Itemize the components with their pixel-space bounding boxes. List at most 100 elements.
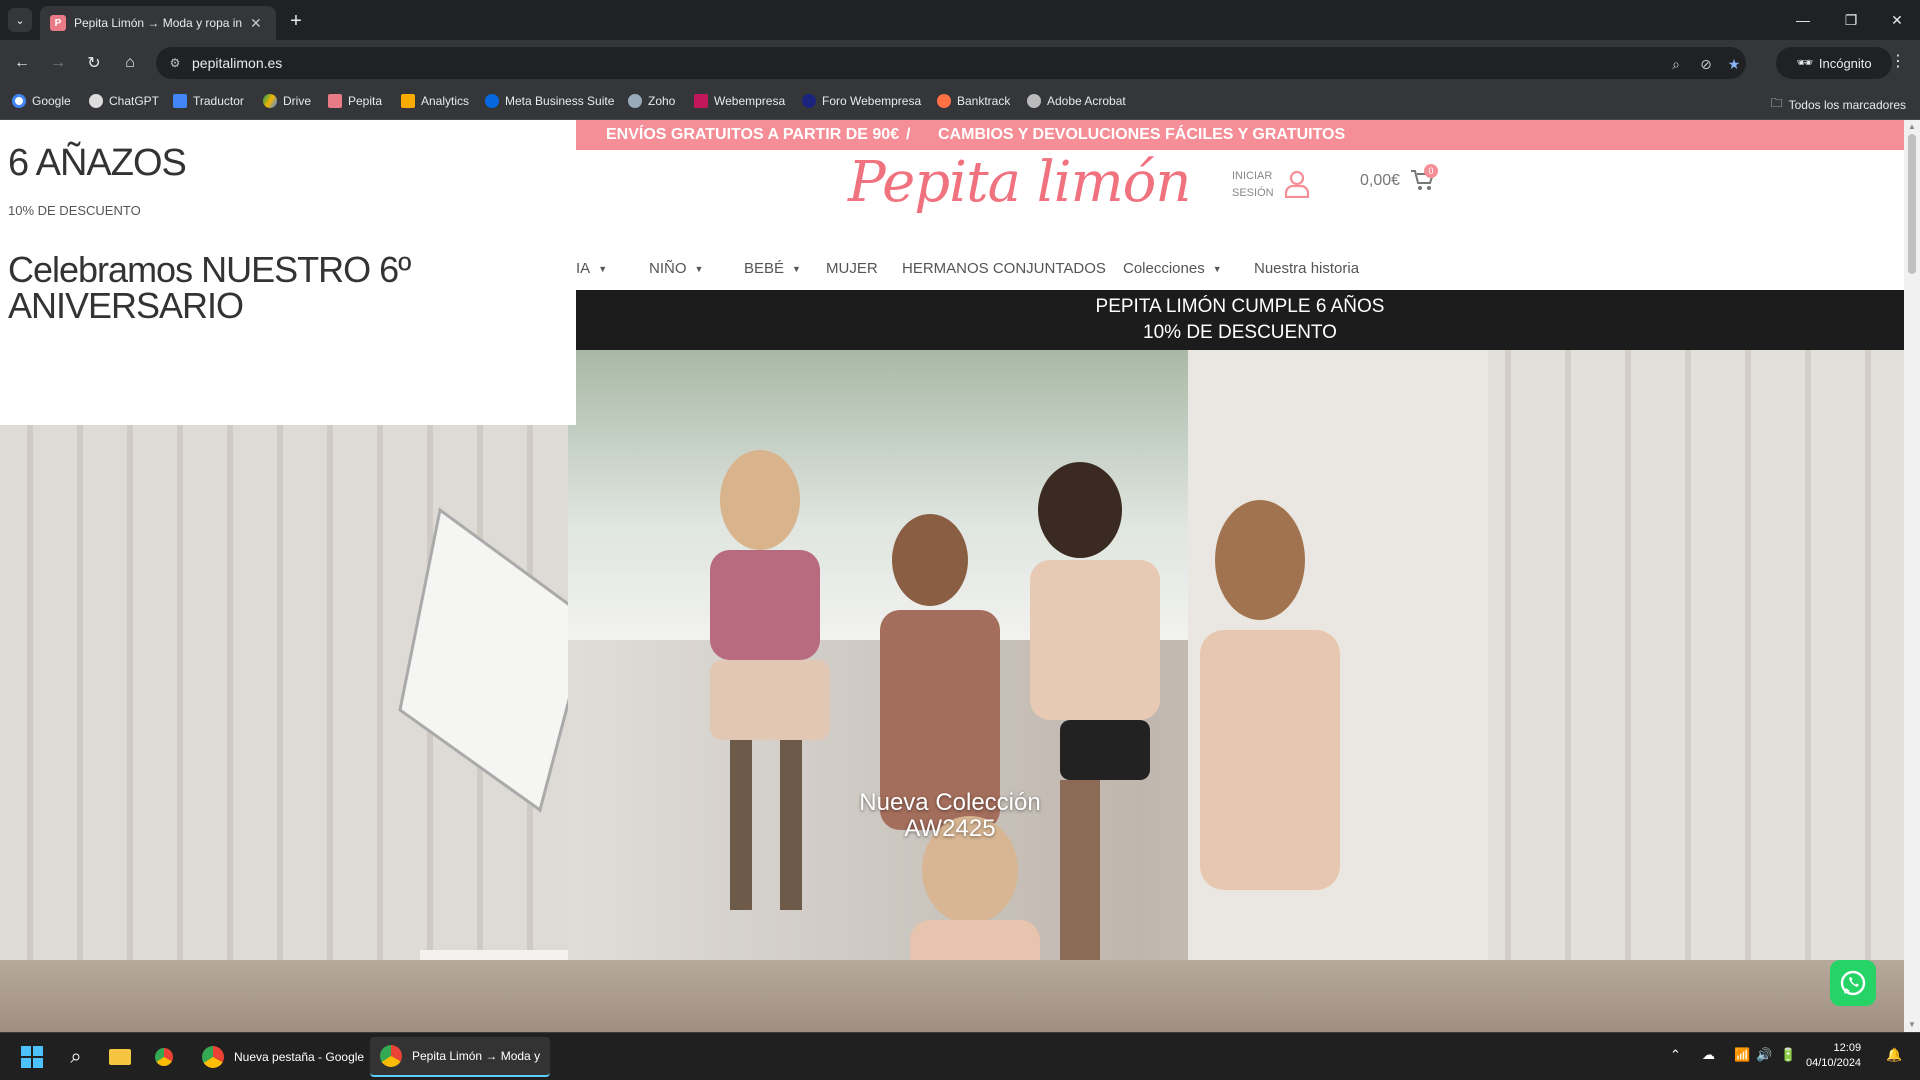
folder-icon: 🗀 <box>1770 96 1783 110</box>
back-arrow-icon[interactable]: ← <box>10 51 34 75</box>
bookmark-webempresa[interactable]: Webempresa <box>694 94 785 108</box>
bookmark-acrobat[interactable]: Adobe Acrobat <box>1027 94 1126 108</box>
zoho-icon <box>628 94 642 108</box>
zoom-search-icon[interactable]: ⌕ <box>1666 54 1686 74</box>
new-tab-plus-icon[interactable]: + <box>284 10 308 34</box>
hero-children-illustration <box>710 450 1340 1032</box>
browser-toolbar: ← → ↻ ⌂ ⚙ pepitalimon.es ⌕ ⊘ ★ 🕶 Incógni… <box>0 40 1920 86</box>
login-link[interactable]: INICIAR SESIÓN <box>1232 168 1274 202</box>
user-icon[interactable] <box>1284 170 1310 198</box>
nav-item-colecciones[interactable]: Colecciones ▼ <box>1123 260 1222 277</box>
anniversary-banner: PEPITA LIMÓN CUMPLE 6 AÑOS 10% DE DESCUE… <box>576 290 1904 352</box>
file-explorer-icon[interactable] <box>106 1043 134 1071</box>
popup-title: 6 AÑAZOS <box>8 142 187 184</box>
forward-arrow-icon[interactable]: → <box>46 51 70 75</box>
nav-item-historia[interactable]: Nuestra historia <box>1254 260 1359 277</box>
browser-tab-active[interactable]: P Pepita Limón → Moda y ropa infantil ✕ <box>40 6 276 40</box>
popup-subtitle: 10% DE DESCUENTO <box>8 203 141 218</box>
foro-icon <box>802 94 816 108</box>
chrome-incognito-icon <box>202 1046 224 1068</box>
analytics-icon <box>401 94 415 108</box>
whatsapp-icon <box>1840 970 1866 996</box>
reload-icon[interactable]: ↻ <box>82 51 106 75</box>
page-viewport: ENVÍOS GRATUITOS A PARTIR DE 90€ / CAMBI… <box>0 120 1920 1032</box>
nav-item-mujer[interactable]: MUJER <box>826 260 878 277</box>
all-bookmarks[interactable]: 🗀 Todos los marcadores <box>1771 94 1906 115</box>
cart-count-badge: 0 <box>1424 164 1438 178</box>
volume-icon[interactable]: 🔊 <box>1756 1047 1772 1063</box>
page-scrollbar[interactable]: ▲ ▼ <box>1904 120 1920 1032</box>
nav-item-nina[interactable]: IA ▼ <box>576 260 607 277</box>
promo-shipping: ENVÍOS GRATUITOS A PARTIR DE 90€ <box>606 126 900 143</box>
taskbar-app-new-tab[interactable]: Nueva pestaña - Google <box>192 1037 374 1077</box>
chevron-down-icon: ▼ <box>792 263 801 274</box>
hero-floor <box>0 960 1904 1032</box>
bookmark-traductor[interactable]: Traductor <box>173 94 244 108</box>
battery-icon[interactable]: 🔋 <box>1780 1047 1796 1063</box>
hero-title[interactable]: Nueva Colección AW2425 <box>790 790 1110 842</box>
promo-separator: / <box>906 126 911 143</box>
system-clock[interactable]: 12:09 04/10/2024 <box>1806 1041 1861 1071</box>
chrome-incognito-icon <box>380 1045 402 1067</box>
eye-slash-icon[interactable]: ⊘ <box>1696 54 1716 74</box>
hero-banner[interactable]: Nueva Colección AW2425 <box>0 350 1904 1032</box>
bookmark-chatgpt[interactable]: ChatGPT <box>89 94 159 108</box>
bookmark-pepita[interactable]: Pepita <box>328 94 382 108</box>
bookmark-banktrack[interactable]: Banktrack <box>937 94 1010 108</box>
bookmark-star-icon[interactable]: ★ <box>1724 54 1744 74</box>
scroll-up-icon[interactable]: ▲ <box>1904 120 1920 134</box>
browser-menu-icon[interactable]: ⋮ <box>1890 51 1906 71</box>
bookmarks-bar: Google ChatGPT Traductor Drive Pepita An… <box>0 86 1920 120</box>
banktrack-icon <box>937 94 951 108</box>
acrobat-icon <box>1027 94 1041 108</box>
main-navigation: IA ▼ NIÑO ▼ BEBÉ ▼ MUJER HERMANOS CONJUNTAD… <box>576 250 1904 290</box>
home-icon[interactable]: ⌂ <box>118 51 142 75</box>
site-logo[interactable]: Pepita limón <box>848 150 1191 215</box>
bookmark-google[interactable]: Google <box>12 94 71 108</box>
tab-search-chevron-icon[interactable]: ⌄ <box>8 8 32 32</box>
nav-item-bebe[interactable]: BEBÉ ▼ <box>744 260 801 277</box>
scrollbar-thumb[interactable] <box>1908 134 1916 274</box>
webempresa-icon <box>694 94 708 108</box>
nav-item-hermanos[interactable]: HERMANOS CONJUNTADOS <box>902 260 1106 277</box>
restore-icon[interactable]: ❐ <box>1828 0 1874 40</box>
scroll-down-icon[interactable]: ▼ <box>1904 1018 1920 1032</box>
bookmark-analytics[interactable]: Analytics <box>401 94 469 108</box>
announce-line1: PEPITA LIMÓN CUMPLE 6 AÑOS <box>1095 296 1385 317</box>
tab-title: Pepita Limón → Moda y ropa infantil <box>74 16 242 30</box>
promo-bar: ENVÍOS GRATUITOS A PARTIR DE 90€ / CAMBI… <box>576 120 1904 150</box>
address-bar[interactable]: ⚙ pepitalimon.es ⌕ ⊘ ★ <box>156 47 1746 79</box>
onedrive-icon[interactable]: ☁ <box>1702 1047 1715 1063</box>
chatgpt-icon <box>89 94 103 108</box>
windows-start-icon[interactable] <box>18 1043 46 1071</box>
incognito-indicator[interactable]: 🕶 Incógnito <box>1776 47 1892 79</box>
bookmark-zoho[interactable]: Zoho <box>628 94 675 108</box>
minimize-icon[interactable]: — <box>1780 0 1826 40</box>
tray-chevron-up-icon[interactable]: ⌃ <box>1670 1047 1681 1063</box>
notification-bell-icon[interactable]: 🔔 <box>1886 1047 1902 1063</box>
search-icon[interactable]: ⌕ <box>62 1043 90 1071</box>
chevron-down-icon: ▼ <box>694 263 704 274</box>
incognito-icon: 🕶 <box>1796 55 1813 70</box>
google-icon <box>12 94 26 108</box>
whatsapp-chat-button[interactable] <box>1830 960 1876 1006</box>
cart-amount[interactable]: 0,00€ <box>1360 172 1400 190</box>
tab-close-icon[interactable]: ✕ <box>250 15 262 32</box>
drive-icon <box>263 94 277 108</box>
url-text[interactable]: pepitalimon.es <box>192 55 282 71</box>
bookmark-drive[interactable]: Drive <box>263 94 311 108</box>
pepita-icon <box>328 94 342 108</box>
site-info-icon[interactable]: ⚙ <box>166 54 184 72</box>
taskbar-app-pepita[interactable]: Pepita Limón → Moda y <box>370 1037 551 1077</box>
site-favicon-icon: P <box>50 15 66 31</box>
popup-heading: Celebramos NUESTRO 6º ANIVERSARIO <box>8 249 411 326</box>
chrome-icon[interactable] <box>150 1043 178 1071</box>
hero-curtain-left <box>0 350 568 1032</box>
nav-item-nino[interactable]: NIÑO ▼ <box>649 260 703 277</box>
wifi-icon[interactable]: 📶 <box>1734 1047 1750 1063</box>
close-window-icon[interactable]: ✕ <box>1874 0 1920 40</box>
anniversary-popup: 6 AÑAZOS 10% DE DESCUENTO Celebramos NUE… <box>0 120 576 425</box>
windows-taskbar: ⌕ Nueva pestaña - Google Pepita Limón → … <box>0 1032 1920 1080</box>
bookmark-foro[interactable]: Foro Webempresa <box>802 94 921 108</box>
bookmark-meta[interactable]: Meta Business Suite <box>485 94 614 108</box>
